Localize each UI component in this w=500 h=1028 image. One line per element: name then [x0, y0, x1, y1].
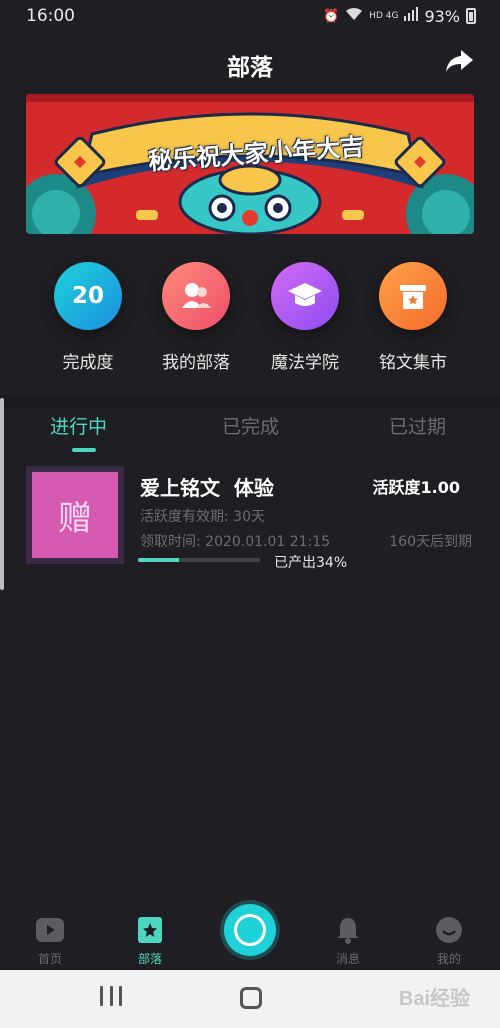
share-arrow-icon [446, 50, 473, 72]
tab-indicator [72, 448, 96, 452]
menu-magic-academy[interactable]: 魔法学院 [250, 262, 360, 373]
center-action-button[interactable] [224, 904, 276, 956]
battery-icon [466, 8, 476, 24]
completion-value: 20 [71, 283, 104, 309]
face-icon [434, 916, 464, 944]
signal-icon [404, 7, 419, 25]
nav-label: 部落 [137, 952, 162, 966]
people-icon [162, 262, 230, 330]
bottom-nav: 首页 部落 消息 我的 [0, 900, 500, 970]
shop-icon [379, 262, 447, 330]
network-type: HD 4G [369, 11, 399, 21]
status-indicators: ⏰ HD 4G 93% [323, 7, 476, 26]
menu-inscription-market[interactable]: 铭文集市 [358, 262, 468, 373]
play-icon [35, 916, 65, 944]
progress-fill [138, 558, 180, 562]
card-validity: 活跃度有效期: 30天 [140, 509, 265, 525]
tab-in-progress[interactable]: 进行中 [50, 412, 107, 439]
menu-label: 完成度 [62, 353, 114, 373]
page-title: 部落 [227, 55, 273, 81]
system-nav-bar: Bai经验 [0, 970, 500, 1028]
card-expire: 160天后到期 [389, 534, 472, 550]
graduation-cap-icon [271, 262, 339, 330]
status-tabs: 进行中 已完成 已过期 [0, 410, 500, 456]
tab-expired[interactable]: 已过期 [389, 412, 446, 439]
nav-home[interactable]: 首页 [20, 916, 80, 967]
nav-label: 消息 [335, 952, 360, 966]
battery-percent: 93% [424, 6, 460, 26]
promo-banner[interactable]: 秘乐祝大家小年大吉 [26, 94, 474, 234]
tab-completed[interactable]: 已完成 [222, 412, 279, 439]
card-title: 爱上铭文 体验 [140, 476, 274, 500]
menu-completion[interactable]: 20 完成度 [33, 262, 143, 373]
status-bar: 16:00 ⏰ HD 4G 93% [0, 0, 500, 32]
wifi-icon [345, 7, 363, 25]
card-claim-time: 领取时间: 2020.01.01 21:15 [140, 534, 331, 550]
recents-bar [119, 986, 122, 1006]
home-button[interactable] [240, 987, 262, 1009]
nav-tribe[interactable]: 部落 [120, 916, 180, 967]
bell-icon [333, 916, 363, 944]
recents-button[interactable] [100, 986, 122, 1010]
header: 部落 [0, 40, 500, 86]
card-activity-value: 活跃度1.00 [372, 478, 460, 497]
status-time: 16:00 [26, 6, 75, 26]
recents-bar [109, 986, 113, 1006]
menu-label: 魔法学院 [271, 353, 339, 373]
activity-card[interactable]: 赠 爱上铭文 体验 活跃度1.00 活跃度有效期: 30天 领取时间: 2020… [26, 466, 474, 584]
progress-text: 已产出34% [274, 555, 348, 571]
menu-label: 铭文集市 [379, 353, 447, 373]
score-badge: 20 [54, 262, 122, 330]
tribe-star-icon [135, 916, 165, 944]
nav-messages[interactable]: 消息 [318, 916, 378, 967]
gift-badge: 赠 [32, 472, 118, 558]
card-thumbnail: 赠 [26, 466, 124, 564]
watermark: Bai经验 [398, 988, 470, 1010]
nav-profile[interactable]: 我的 [419, 916, 479, 967]
menu-label: 我的部落 [162, 353, 230, 373]
nav-label: 首页 [37, 952, 62, 966]
progress-bar [138, 558, 260, 562]
quick-menu: 20 完成度 我的部落 魔法学院 铭文集市 [0, 262, 500, 382]
section-divider [0, 395, 500, 407]
share-button[interactable] [444, 46, 474, 76]
alarm-icon: ⏰ [322, 8, 340, 24]
recents-bar [100, 986, 103, 1006]
nav-label: 我的 [436, 952, 461, 966]
menu-my-tribe[interactable]: 我的部落 [141, 262, 251, 373]
ring-icon [234, 914, 266, 946]
